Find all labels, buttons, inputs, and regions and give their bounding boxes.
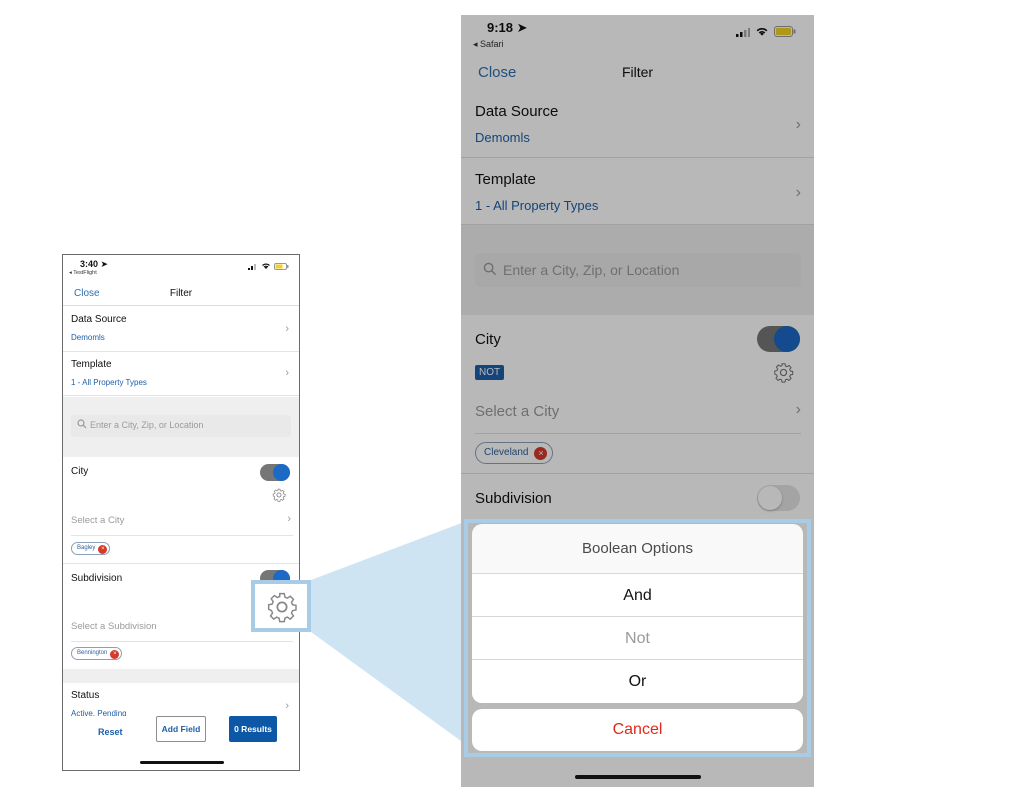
- chevron-right-icon: ›: [285, 700, 289, 712]
- search-icon: [77, 419, 87, 429]
- select-subdivision-label: Select a Subdivision: [71, 621, 157, 632]
- reset-button[interactable]: Reset: [98, 727, 123, 737]
- city-toggle[interactable]: [260, 464, 290, 481]
- results-button[interactable]: 0 Results: [229, 716, 277, 742]
- remove-icon[interactable]: ×: [98, 544, 108, 554]
- nav-bar: Close Filter: [63, 282, 299, 306]
- option-or[interactable]: Or: [472, 660, 803, 703]
- bottom-toolbar: Reset Add Field 0 Results: [63, 716, 299, 770]
- city-chips-row: Bagley ×: [63, 536, 299, 564]
- data-source-row[interactable]: Data Source Demomls ›: [63, 307, 299, 352]
- search-placeholder: Enter a City, Zip, or Location: [90, 420, 204, 430]
- gear-icon: [267, 592, 297, 623]
- section-spacer: [63, 669, 299, 683]
- subdivision-chip[interactable]: Bennington ×: [71, 647, 123, 660]
- chevron-right-icon: ›: [285, 323, 289, 335]
- home-indicator: [140, 761, 224, 764]
- status-time: 3:40 ➤: [80, 259, 109, 269]
- wifi-icon: [262, 263, 270, 269]
- city-header-row: City: [63, 457, 299, 508]
- battery-icon: [274, 262, 289, 270]
- remove-icon[interactable]: ×: [110, 649, 120, 659]
- data-source-label: Data Source: [71, 314, 127, 325]
- status-label: Status: [71, 690, 100, 701]
- option-not: Not: [472, 617, 803, 660]
- sheet-title: Boolean Options: [472, 524, 803, 574]
- chevron-right-icon: ›: [287, 513, 291, 525]
- city-chip[interactable]: Bagley ×: [71, 542, 111, 555]
- select-city-label: Select a City: [71, 515, 125, 526]
- small-phone-screen: 3:40 ➤ ◂ TestFlight Close Filter Data So…: [62, 254, 300, 771]
- page-title: Filter: [169, 288, 193, 299]
- back-to-app-link[interactable]: ◂ TestFlight: [69, 270, 97, 276]
- boolean-options-sheet: Boolean Options And Not Or: [472, 524, 803, 703]
- gear-icon[interactable]: [272, 488, 286, 502]
- chevron-right-icon: ›: [285, 367, 289, 379]
- subdivision-label: Subdivision: [71, 573, 123, 584]
- search-section: Enter a City, Zip, or Location: [63, 397, 299, 457]
- cancel-button[interactable]: Cancel: [472, 709, 803, 751]
- status-icons: [248, 262, 289, 270]
- location-search-input[interactable]: Enter a City, Zip, or Location: [71, 415, 291, 437]
- location-arrow-icon: ➤: [100, 259, 109, 269]
- data-source-value: Demomls: [71, 333, 105, 342]
- signal-icon: [248, 263, 256, 270]
- large-phone-screen: 9:18 ➤ ◂ Safari Close Filter Data Source…: [461, 15, 814, 787]
- option-and[interactable]: And: [472, 574, 803, 617]
- template-row[interactable]: Template 1 - All Property Types ›: [63, 352, 299, 396]
- select-city-row[interactable]: Select a City ›: [71, 508, 293, 536]
- subdivision-chips-row: Bennington ×: [63, 642, 299, 669]
- status-bar: 3:40 ➤ ◂ TestFlight: [63, 255, 299, 281]
- home-indicator: [575, 775, 701, 779]
- add-field-button[interactable]: Add Field: [156, 716, 206, 742]
- template-label: Template: [71, 359, 112, 370]
- city-label: City: [71, 466, 89, 477]
- zoomed-gear-highlight: [251, 580, 311, 632]
- template-value: 1 - All Property Types: [71, 378, 147, 387]
